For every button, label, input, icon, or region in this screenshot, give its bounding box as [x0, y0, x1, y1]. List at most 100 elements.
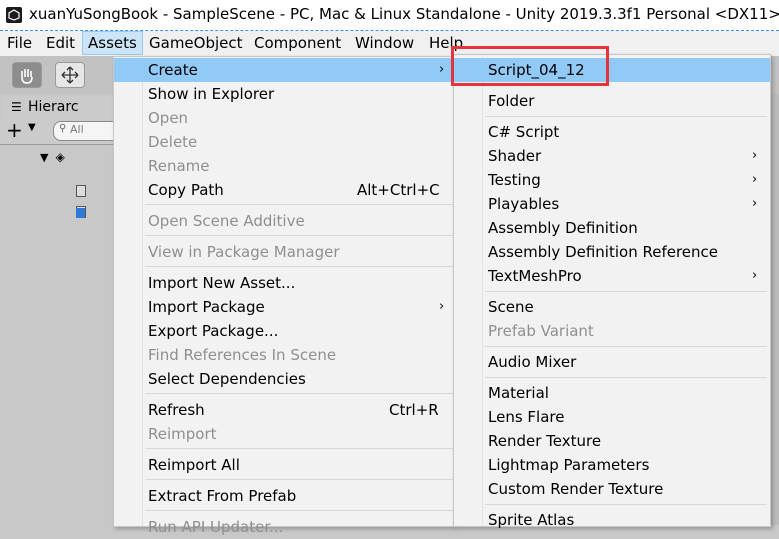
- menu-item-textmeshpro[interactable]: TextMeshPro ›: [454, 264, 770, 288]
- menu-item-reimport: Reimport: [114, 422, 454, 446]
- menu-item-delete: Delete: [114, 130, 454, 154]
- menu-item-csharp-script[interactable]: C# Script: [454, 120, 770, 144]
- scene-foldout[interactable]: ▼ ◈: [40, 146, 65, 164]
- menu-item-label: Delete: [148, 133, 198, 151]
- menu-item-label: Prefab Variant: [488, 322, 594, 340]
- menu-item-open-scene-additive: Open Scene Additive: [114, 209, 454, 233]
- menu-item-rename: Rename: [114, 154, 454, 178]
- menu-item-testing[interactable]: Testing ›: [454, 168, 770, 192]
- add-dropdown-icon[interactable]: ▼: [28, 122, 36, 133]
- menu-item-reimport-all[interactable]: Reimport All: [114, 453, 454, 477]
- submenu-arrow-icon: ›: [752, 196, 758, 211]
- menu-item-label: C# Script: [488, 123, 560, 141]
- menu-item-refresh[interactable]: Refresh Ctrl+R: [114, 398, 454, 422]
- annotation-highlight-box: [451, 46, 609, 86]
- submenu-arrow-icon: ›: [752, 172, 758, 187]
- menu-item-label: Audio Mixer: [488, 353, 577, 371]
- menu-item-label: Testing: [488, 171, 541, 189]
- hierarchy-toolbar: + ▼ ⚲ All: [0, 118, 125, 145]
- menu-component[interactable]: Component: [249, 31, 346, 55]
- submenu-arrow-icon: ›: [439, 299, 445, 314]
- menu-item-lightmap-parameters[interactable]: Lightmap Parameters: [454, 453, 770, 477]
- unity-scene-icon: ◈: [55, 150, 65, 164]
- menu-item-label: Lightmap Parameters: [488, 456, 650, 474]
- submenu-arrow-icon: ›: [439, 62, 445, 77]
- menu-item-label: Import Package: [148, 298, 265, 316]
- title-bar: xuanYuSongBook - SampleScene - PC, Mac &…: [0, 0, 779, 31]
- menu-item-label: Show in Explorer: [148, 85, 275, 103]
- menu-item-label: Copy Path: [148, 181, 224, 199]
- menu-item-label: Export Package...: [148, 322, 279, 340]
- move-arrows-icon: [61, 66, 79, 84]
- menu-separator: [145, 510, 454, 511]
- menu-item-label: Refresh: [148, 401, 205, 419]
- menu-file[interactable]: File: [2, 31, 37, 55]
- menu-separator: [145, 235, 454, 236]
- menu-item-assembly-definition[interactable]: Assembly Definition: [454, 216, 770, 240]
- menu-item-label: Render Texture: [488, 432, 602, 450]
- add-icon[interactable]: +: [6, 119, 23, 141]
- menu-item-run-api-updater: Run API Updater...: [114, 515, 454, 539]
- menu-separator: [485, 116, 767, 117]
- menu-edit[interactable]: Edit: [41, 31, 80, 55]
- menu-item-custom-render-texture[interactable]: Custom Render Texture: [454, 477, 770, 501]
- menu-item-lens-flare[interactable]: Lens Flare: [454, 405, 770, 429]
- move-tool-button[interactable]: [55, 62, 85, 88]
- submenu-arrow-icon: ›: [752, 268, 758, 283]
- menu-item-label: Reimport All: [148, 456, 240, 474]
- menu-separator: [145, 204, 454, 205]
- menu-item-material[interactable]: Material: [454, 381, 770, 405]
- hierarchy-tab[interactable]: ☰ Hierarc: [3, 96, 113, 118]
- menu-item-extract-from-prefab[interactable]: Extract From Prefab: [114, 484, 454, 508]
- menu-item-shader[interactable]: Shader ›: [454, 144, 770, 168]
- menu-item-label: Shader: [488, 147, 542, 165]
- menu-bar: File Edit Assets GameObject Component Wi…: [0, 31, 779, 56]
- hand-tool-button[interactable]: [12, 62, 42, 88]
- menu-item-label: TextMeshPro: [488, 267, 582, 285]
- menu-separator: [485, 291, 767, 292]
- menu-item-playables[interactable]: Playables ›: [454, 192, 770, 216]
- menu-item-label: Rename: [148, 157, 210, 175]
- menu-window[interactable]: Window: [350, 31, 419, 55]
- menu-item-label: Open Scene Additive: [148, 212, 305, 230]
- menu-item-label: Lens Flare: [488, 408, 565, 426]
- unity-logo-icon: [6, 7, 22, 23]
- shortcut-label: Alt+Ctrl+C: [357, 181, 440, 199]
- menu-item-label: Material: [488, 384, 549, 402]
- menu-item-folder[interactable]: Folder: [454, 89, 770, 113]
- menu-item-select-dependencies[interactable]: Select Dependencies: [114, 367, 454, 391]
- menu-item-show-in-explorer[interactable]: Show in Explorer: [114, 82, 454, 106]
- menu-item-copy-path[interactable]: Copy Path Alt+Ctrl+C: [114, 178, 454, 202]
- menu-item-label: Find References In Scene: [148, 346, 337, 364]
- gameobject-icon: [76, 185, 86, 197]
- menu-separator: [485, 377, 767, 378]
- menu-separator: [145, 479, 454, 480]
- menu-item-render-texture[interactable]: Render Texture: [454, 429, 770, 453]
- submenu-arrow-icon: ›: [752, 148, 758, 163]
- menu-separator: [145, 393, 454, 394]
- menu-item-create[interactable]: Create ›: [114, 58, 454, 82]
- menu-gameobject[interactable]: GameObject: [144, 31, 248, 55]
- menu-item-label: Scene: [488, 298, 534, 316]
- menu-item-label: Assembly Definition Reference: [488, 243, 719, 261]
- menu-item-sprite-atlas[interactable]: Sprite Atlas: [454, 508, 770, 532]
- menu-item-import-package[interactable]: Import Package ›: [114, 295, 454, 319]
- menu-item-scene[interactable]: Scene: [454, 295, 770, 319]
- menu-item-import-new-asset[interactable]: Import New Asset...: [114, 271, 454, 295]
- menu-item-export-package[interactable]: Export Package...: [114, 319, 454, 343]
- scroll-strip: [770, 94, 779, 525]
- menu-item-label: Run API Updater...: [148, 518, 284, 536]
- menu-item-label: Extract From Prefab: [148, 487, 297, 505]
- menu-item-label: Reimport: [148, 425, 217, 443]
- menu-item-prefab-variant: Prefab Variant: [454, 319, 770, 343]
- hand-icon: [21, 69, 33, 84]
- menu-item-audio-mixer[interactable]: Audio Mixer: [454, 350, 770, 374]
- shortcut-label: Ctrl+R: [389, 401, 439, 419]
- menu-assets[interactable]: Assets: [82, 31, 143, 55]
- cube-icon: [76, 208, 85, 218]
- assets-menu: Create › Show in Explorer Open Delete Re…: [113, 56, 454, 536]
- menu-item-find-references: Find References In Scene: [114, 343, 454, 367]
- create-submenu: Script_04_12 Folder C# Script Shader › T…: [453, 54, 771, 529]
- menu-separator: [145, 448, 454, 449]
- menu-item-assembly-definition-reference[interactable]: Assembly Definition Reference: [454, 240, 770, 264]
